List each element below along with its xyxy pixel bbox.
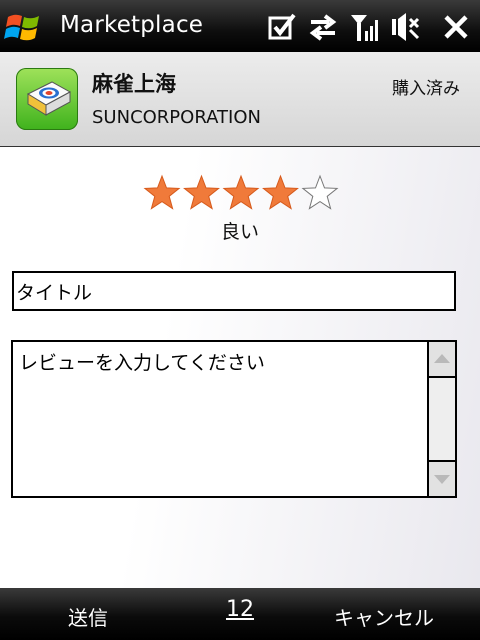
star-empty-icon[interactable] <box>301 174 339 210</box>
status-bar: Marketplace <box>0 0 480 52</box>
chevron-up-icon <box>434 354 450 363</box>
window-title: Marketplace <box>60 12 204 38</box>
star-filled-icon[interactable] <box>183 174 220 210</box>
connectivity-arrows-icon[interactable] <box>307 11 339 43</box>
star-filled-icon[interactable] <box>143 174 181 210</box>
scroll-down-button[interactable] <box>429 460 455 496</box>
app-header: 麻雀上海 SUNCORPORATION 購入済み <box>0 52 480 147</box>
signal-icon[interactable] <box>348 11 380 43</box>
chevron-down-icon <box>434 475 450 484</box>
input-mode-indicator[interactable]: 12 <box>226 597 254 622</box>
scroll-up-button[interactable] <box>429 342 455 378</box>
star-rating[interactable] <box>143 173 339 213</box>
star-filled-icon[interactable] <box>222 174 260 210</box>
rating-label: 良い <box>220 221 259 243</box>
star-filled-icon[interactable] <box>262 174 299 210</box>
mahjong-tile-icon <box>16 68 78 130</box>
review-title-input[interactable] <box>12 271 456 311</box>
app-publisher: SUNCORPORATION <box>92 107 261 128</box>
volume-muted-icon[interactable] <box>389 11 421 43</box>
cancel-button[interactable]: キャンセル <box>334 602 434 631</box>
app-name: 麻雀上海 <box>92 72 176 96</box>
review-form: 良い レビューを入力してください <box>0 147 480 588</box>
scrollbar[interactable] <box>427 342 455 496</box>
send-button[interactable]: 送信 <box>68 602 108 631</box>
close-icon[interactable] <box>440 11 472 43</box>
review-body-box: レビューを入力してください <box>11 340 457 498</box>
windows-start-icon[interactable] <box>4 9 44 45</box>
checkbox-icon[interactable] <box>266 11 298 43</box>
review-body-input[interactable]: レビューを入力してください <box>13 342 421 492</box>
softkey-bar: 送信 12 キャンセル <box>0 588 480 640</box>
purchase-status: 購入済み <box>392 79 460 99</box>
